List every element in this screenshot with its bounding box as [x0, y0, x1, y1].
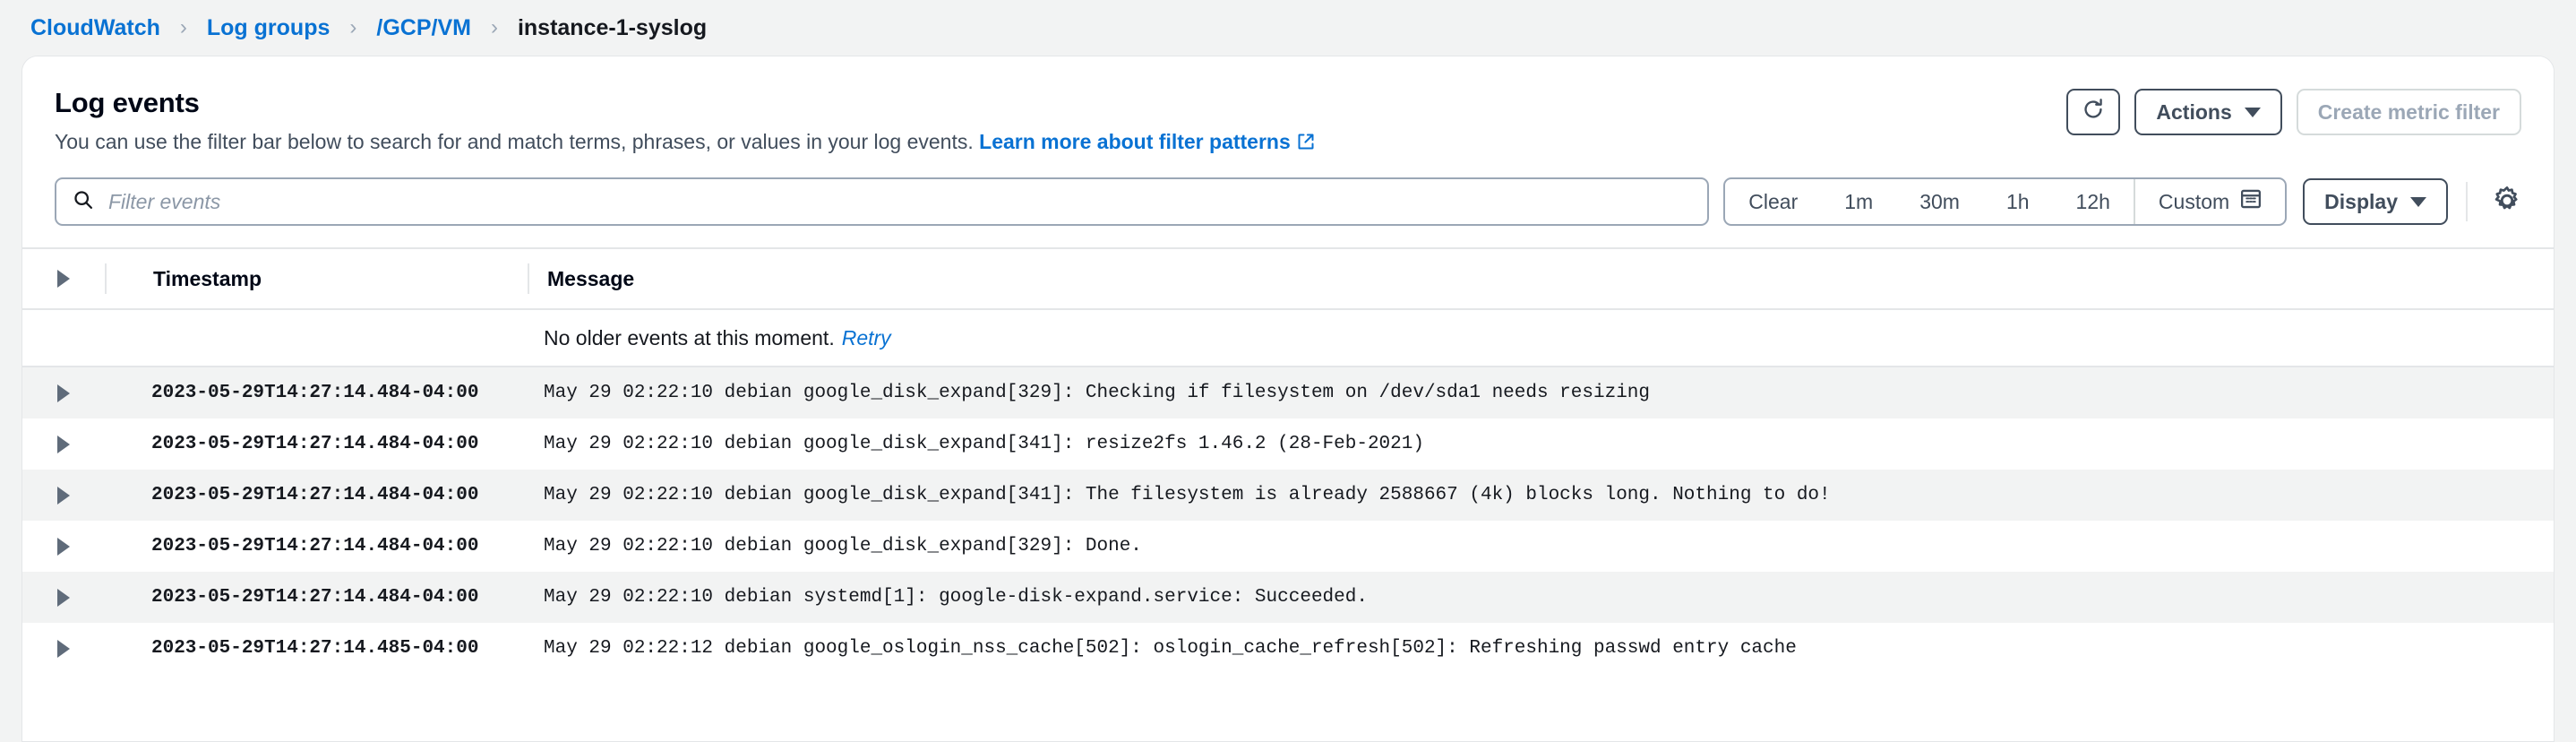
- breadcrumb-separator-icon: ›: [490, 15, 498, 39]
- table-row[interactable]: 2023-05-29T14:27:14.484-04:00 May 29 02:…: [22, 418, 2554, 470]
- row-message: May 29 02:22:10 debian systemd[1]: googl…: [544, 587, 1368, 608]
- breadcrumb: CloudWatch › Log groups › /GCP/VM › inst…: [0, 0, 2576, 56]
- settings-button[interactable]: [2486, 180, 2529, 223]
- row-message: May 29 02:22:10 debian google_disk_expan…: [544, 485, 1831, 506]
- display-label: Display: [2324, 189, 2398, 213]
- row-message: May 29 02:22:10 debian google_disk_expan…: [544, 434, 1424, 455]
- panel-actions: Actions Create metric filter: [2066, 83, 2521, 135]
- row-timestamp: 2023-05-29T14:27:14.484-04:00: [151, 434, 479, 455]
- log-events-table: Timestamp Message No older events at thi…: [22, 247, 2554, 675]
- table-row[interactable]: 2023-05-29T14:27:14.484-04:00 May 29 02:…: [22, 572, 2554, 624]
- search-icon: [73, 189, 94, 215]
- expand-row-icon[interactable]: [57, 384, 70, 402]
- expand-row-icon[interactable]: [57, 486, 70, 505]
- create-metric-filter-button[interactable]: Create metric filter: [2296, 89, 2521, 135]
- table-row[interactable]: 2023-05-29T14:27:14.485-04:00 May 29 02:…: [22, 623, 2554, 675]
- row-timestamp: 2023-05-29T14:27:14.484-04:00: [151, 383, 479, 404]
- row-expand-cell[interactable]: [22, 639, 105, 658]
- actions-label: Actions: [2156, 99, 2232, 124]
- expand-all-icon[interactable]: [57, 270, 70, 289]
- breadcrumb-item-cloudwatch[interactable]: CloudWatch: [30, 15, 160, 41]
- row-expand-cell[interactable]: [22, 384, 105, 402]
- table-row[interactable]: 2023-05-29T14:27:14.484-04:00 May 29 02:…: [22, 521, 2554, 573]
- chevron-down-icon: [2244, 107, 2261, 117]
- notice-text: No older events at this moment.: [544, 325, 835, 349]
- row-timestamp: 2023-05-29T14:27:14.484-04:00: [151, 536, 479, 557]
- notice-message: No older events at this moment. Retry: [526, 326, 2554, 350]
- row-expand-cell[interactable]: [22, 588, 105, 607]
- range-custom-label: Custom: [2158, 189, 2230, 213]
- row-expand-cell[interactable]: [22, 537, 105, 556]
- breadcrumb-separator-icon: ›: [179, 15, 187, 39]
- chevron-down-icon: [2410, 196, 2426, 207]
- breadcrumb-item-current: instance-1-syslog: [517, 14, 708, 40]
- expand-row-icon[interactable]: [57, 639, 70, 658]
- refresh-button[interactable]: [2066, 89, 2121, 135]
- range-1h-button[interactable]: 1h: [1983, 179, 2053, 224]
- refresh-icon: [2082, 98, 2105, 126]
- column-header-timestamp[interactable]: Timestamp: [107, 267, 528, 291]
- row-timestamp: 2023-05-29T14:27:14.485-04:00: [151, 638, 479, 660]
- table-row[interactable]: 2023-05-29T14:27:14.484-04:00 May 29 02:…: [22, 470, 2554, 522]
- search-input[interactable]: [107, 188, 1692, 215]
- expand-row-icon[interactable]: [57, 537, 70, 556]
- log-events-panel: Log events You can use the filter bar be…: [21, 56, 2555, 742]
- breadcrumb-item-gcp-vm[interactable]: /GCP/VM: [376, 15, 471, 41]
- panel-description-text: You can use the filter bar below to sear…: [55, 130, 980, 153]
- no-older-events-row: No older events at this moment. Retry: [22, 310, 2554, 368]
- range-12h-button[interactable]: 12h: [2053, 179, 2134, 224]
- range-custom-button[interactable]: Custom: [2135, 179, 2285, 224]
- row-message: May 29 02:22:10 debian google_disk_expan…: [544, 536, 1142, 557]
- breadcrumb-separator-icon: ›: [349, 15, 357, 39]
- toolbar-divider: [2466, 182, 2468, 222]
- time-range-group: Clear 1m 30m 1h 12h Custom: [1723, 177, 2288, 227]
- range-1m-button[interactable]: 1m: [1821, 179, 1896, 224]
- range-clear-button[interactable]: Clear: [1725, 179, 1821, 224]
- panel-header: Log events You can use the filter bar be…: [22, 56, 2554, 159]
- expand-row-icon[interactable]: [57, 435, 70, 453]
- learn-more-link[interactable]: Learn more about filter patterns: [979, 130, 1291, 153]
- page-title: Log events: [55, 87, 200, 118]
- table-row[interactable]: 2023-05-29T14:27:14.484-04:00 May 29 02:…: [22, 367, 2554, 419]
- display-dropdown-button[interactable]: Display: [2303, 178, 2448, 226]
- external-link-icon: [1297, 130, 1315, 158]
- create-metric-filter-label: Create metric filter: [2317, 99, 2500, 124]
- column-header-message[interactable]: Message: [529, 267, 2554, 291]
- panel-header-text: Log events You can use the filter bar be…: [55, 83, 1315, 158]
- expand-row-icon[interactable]: [57, 588, 70, 607]
- row-expand-cell[interactable]: [22, 435, 105, 453]
- breadcrumb-item-log-groups[interactable]: Log groups: [207, 15, 330, 41]
- row-timestamp: 2023-05-29T14:27:14.484-04:00: [151, 587, 479, 608]
- expand-all-cell[interactable]: [22, 270, 105, 289]
- table-header-row: Timestamp Message: [22, 247, 2554, 311]
- calendar-icon: [2240, 188, 2262, 215]
- row-message: May 29 02:22:12 debian google_oslogin_ns…: [544, 638, 1797, 660]
- row-timestamp: 2023-05-29T14:27:14.484-04:00: [151, 485, 479, 506]
- actions-dropdown-button[interactable]: Actions: [2134, 89, 2282, 135]
- filter-bar: Clear 1m 30m 1h 12h Custom Display: [22, 158, 2554, 247]
- range-30m-button[interactable]: 30m: [1896, 179, 1983, 224]
- search-field[interactable]: [55, 177, 1710, 227]
- row-expand-cell[interactable]: [22, 486, 105, 505]
- panel-description: You can use the filter bar below to sear…: [55, 128, 1315, 158]
- row-message: May 29 02:22:10 debian google_disk_expan…: [544, 383, 1651, 404]
- gear-icon: [2492, 186, 2522, 219]
- retry-link[interactable]: Retry: [842, 326, 891, 349]
